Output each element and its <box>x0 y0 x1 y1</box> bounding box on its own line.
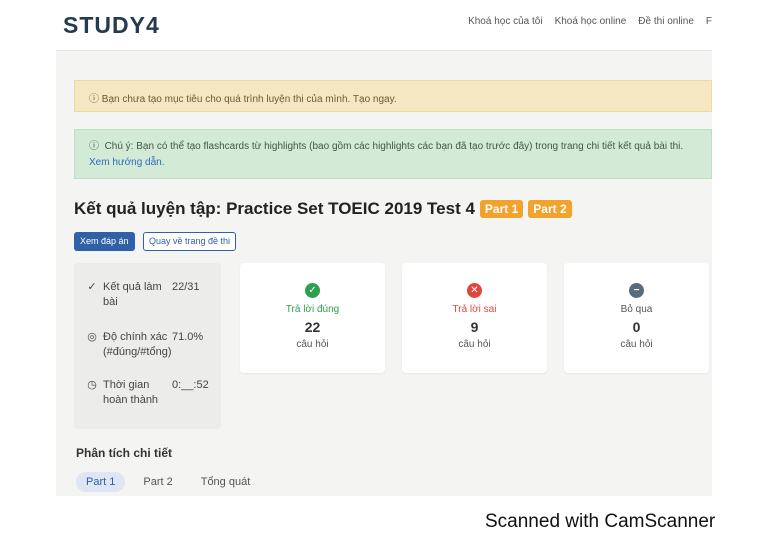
badge-part-1: Part 1 <box>479 200 524 218</box>
x-circle-icon: ✕ <box>467 283 482 298</box>
wrong-count: 9 <box>470 319 479 335</box>
info-icon: ⓘ <box>89 94 99 105</box>
flashcard-note-alert: ⓘ Chú ý: Bạn có thể tạo flashcards từ hi… <box>74 129 712 179</box>
page-title: Kết quả luyện tập: Practice Set TOEIC 20… <box>74 199 475 218</box>
main-nav: Khoá học của tôi Khoá học online Đề thi … <box>468 16 712 27</box>
result-summary-panel: ✓ Kết quả làm bài 22/31 ◎ Độ chính xác (… <box>74 263 221 429</box>
time-label: Thời gian hoàn thành <box>103 379 159 406</box>
time-value: 0:__:52 <box>172 379 209 391</box>
goal-alert: ⓘ Bạn chưa tạo mục tiêu cho quá trình lu… <box>74 80 712 112</box>
check-circle-icon: ✓ <box>305 283 320 298</box>
skipped-unit: câu hỏi <box>620 339 653 350</box>
app-screen: STUDY4 Khoá học của tôi Khoá học online … <box>56 0 712 496</box>
result-title-row: Kết quả luyện tập: Practice Set TOEIC 20… <box>74 199 572 219</box>
top-navbar: STUDY4 Khoá học của tôi Khoá học online … <box>56 0 712 51</box>
correct-title: Trả lời đúng <box>285 304 340 315</box>
nav-online-courses[interactable]: Khoá học online <box>555 16 627 27</box>
wrong-answers-card: ✕ Trả lời sai 9 câu hỏi <box>402 263 547 373</box>
tab-part-2[interactable]: Part 2 <box>133 472 182 492</box>
nav-online-tests[interactable]: Đề thi online <box>638 16 694 27</box>
correct-count: 22 <box>304 319 321 335</box>
badge-part-2: Part 2 <box>528 200 572 218</box>
tab-overview[interactable]: Tổng quát <box>191 472 261 492</box>
check-icon: ✓ <box>87 281 97 293</box>
scanner-watermark: Scanned with CamScanner <box>485 511 716 532</box>
correct-unit: câu hỏi <box>296 339 329 350</box>
result-label: Kết quả làm bài <box>103 281 162 308</box>
correct-answers-card: ✓ Trả lời đúng 22 câu hỏi <box>240 263 385 373</box>
wrong-title: Trả lời sai <box>452 304 497 315</box>
view-answers-button[interactable]: Xem đáp án <box>74 232 135 251</box>
goal-alert-text: Bạn chưa tạo mục tiêu cho quá trình luyệ… <box>101 94 351 105</box>
tab-part-1[interactable]: Part 1 <box>76 472 126 492</box>
back-to-test-button[interactable]: Quay về trang đề thi <box>143 232 237 251</box>
info-icon: ⓘ <box>89 141 99 152</box>
guide-link[interactable]: Xem hướng dẫn. <box>89 157 165 168</box>
accuracy-value: 71.0% <box>172 331 204 343</box>
nav-my-courses[interactable]: Khoá học của tôi <box>468 16 543 27</box>
skipped-title: Bỏ qua <box>620 304 653 315</box>
note-alert-text: Chú ý: Bạn có thể tạo flashcards từ high… <box>104 141 684 152</box>
result-value: 22/31 <box>172 281 200 293</box>
wrong-unit: câu hỏi <box>458 339 491 350</box>
analysis-title: Phân tích chi tiết <box>76 446 173 460</box>
goal-create-link[interactable]: Tạo ngay. <box>353 94 397 105</box>
skipped-card: − Bỏ qua 0 câu hỏi <box>564 263 709 373</box>
nav-more[interactable]: F <box>706 16 712 27</box>
target-icon: ◎ <box>87 331 97 343</box>
analysis-tabs: Part 1 Part 2 Tổng quát <box>76 472 260 492</box>
skipped-count: 0 <box>632 319 641 335</box>
minus-circle-icon: − <box>629 283 644 298</box>
accuracy-label: Độ chính xác (#đúng/#tổng) <box>103 331 172 358</box>
logo[interactable]: STUDY4 <box>63 12 160 39</box>
clock-icon: ◷ <box>87 379 97 391</box>
